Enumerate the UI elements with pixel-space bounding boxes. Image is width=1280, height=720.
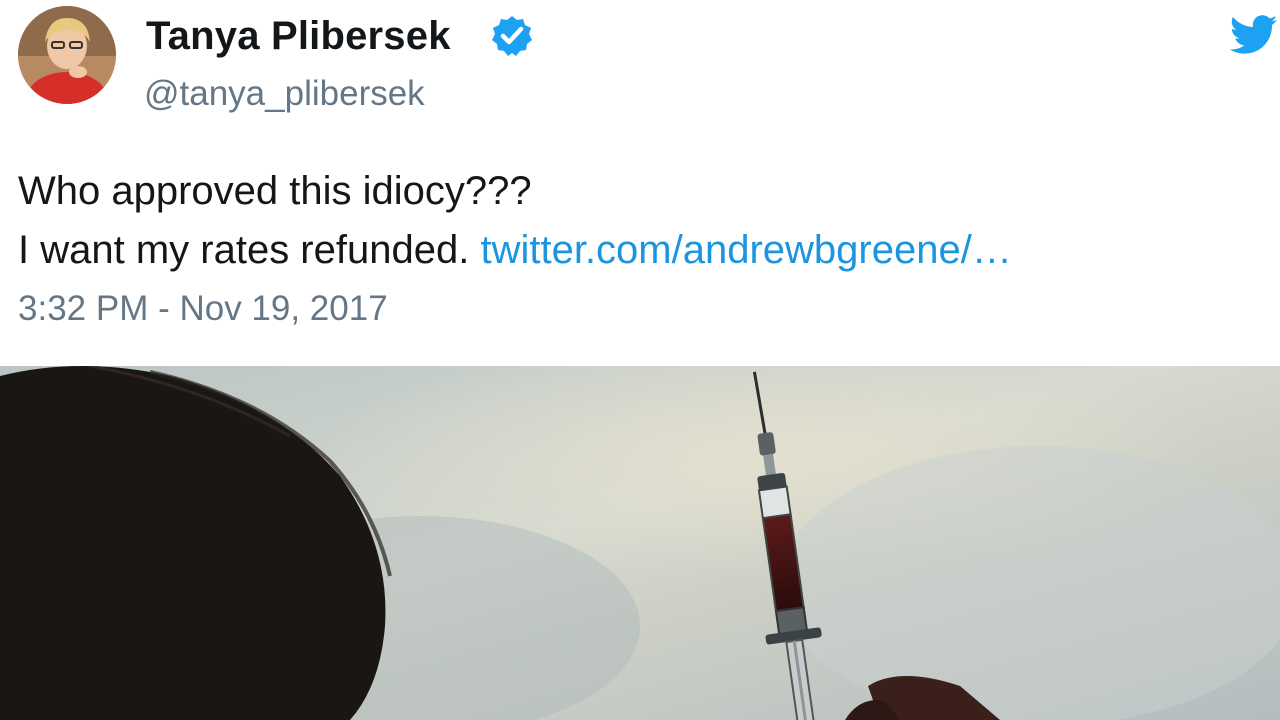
tweet-text: Who approved this idiocy??? I want my ra… bbox=[18, 162, 1012, 280]
tweet-text-line-1-text: Who approved this idiocy??? bbox=[18, 169, 532, 213]
tweet-link[interactable]: twitter.com/andrewbgreene/… bbox=[480, 228, 1011, 272]
twitter-bird-icon[interactable] bbox=[1230, 14, 1278, 56]
tweet-text-line-1: Who approved this idiocy??? bbox=[18, 162, 1012, 221]
avatar-image bbox=[18, 6, 116, 104]
tweet-timestamp[interactable]: 3:32 PM - Nov 19, 2017 bbox=[18, 289, 388, 329]
tweet-text-line-2: I want my rates refunded. twitter.com/an… bbox=[18, 221, 1012, 280]
tweet-card: Tanya Plibersek @tanya_plibersek Who app… bbox=[0, 0, 1280, 366]
avatar[interactable] bbox=[18, 6, 116, 104]
handle[interactable]: @tanya_plibersek bbox=[144, 74, 425, 114]
syringe-photo-image bbox=[0, 366, 1280, 720]
syringe-photo bbox=[0, 366, 1280, 720]
tweet-text-line-2-text: I want my rates refunded. bbox=[18, 228, 470, 272]
verified-badge-icon bbox=[492, 16, 532, 56]
display-name[interactable]: Tanya Plibersek bbox=[146, 14, 451, 59]
